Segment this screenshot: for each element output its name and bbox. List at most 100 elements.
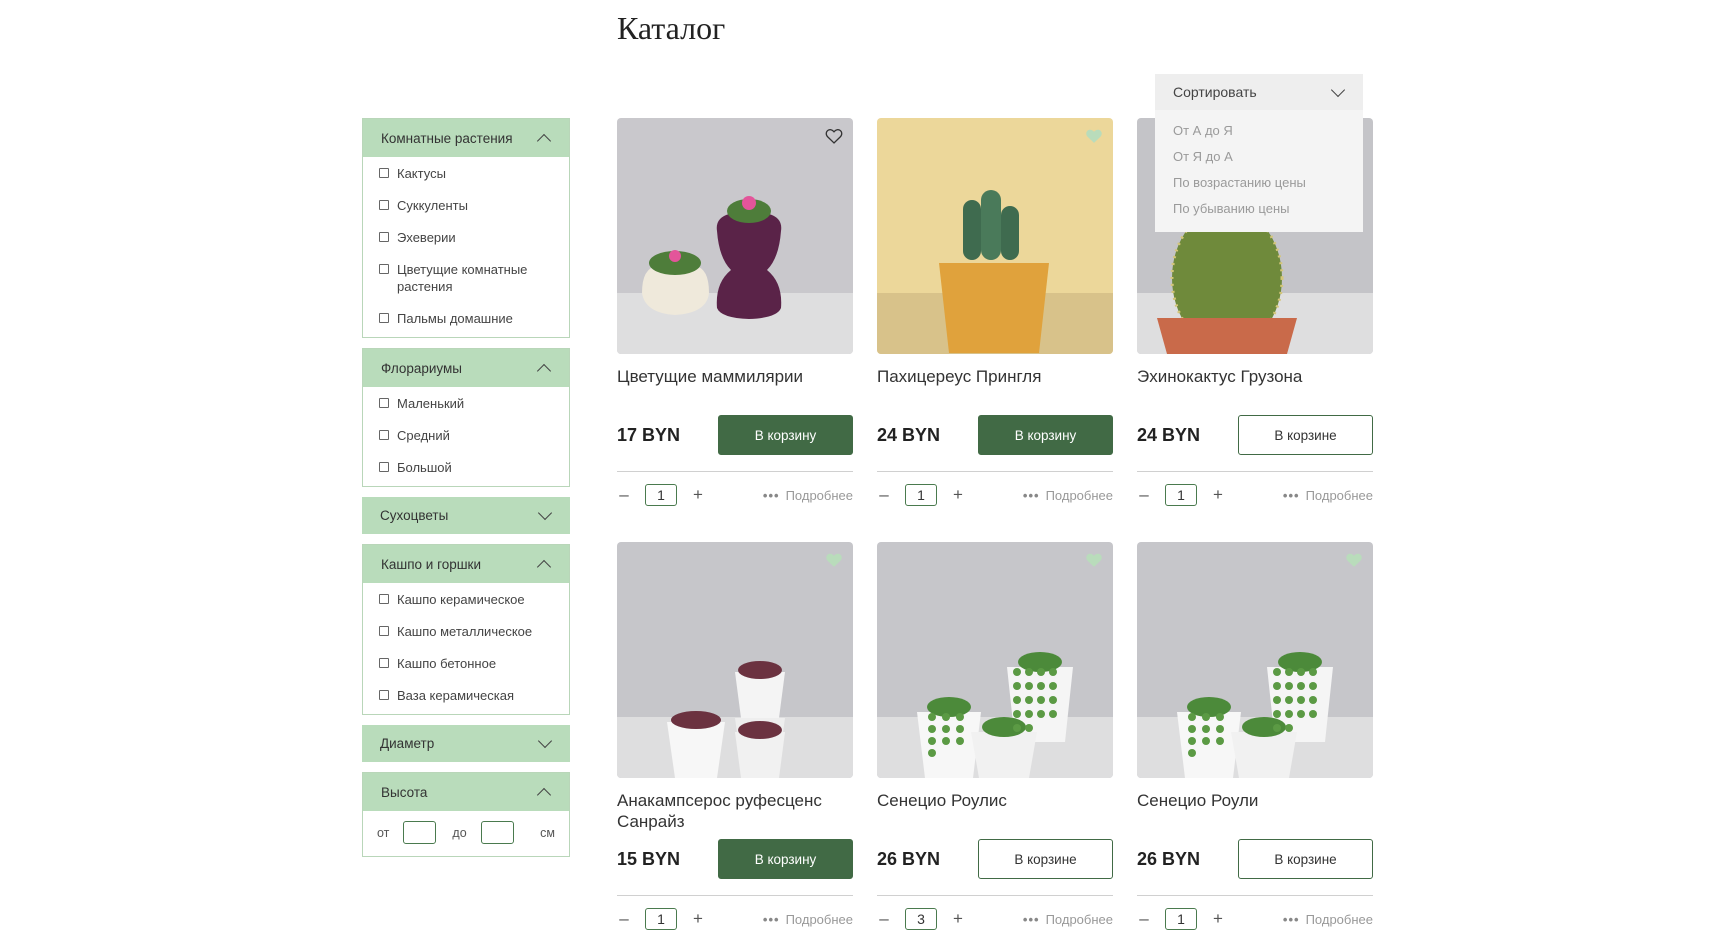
chevron-down-icon [537,505,553,521]
checkbox[interactable] [379,462,389,472]
details-link[interactable]: ••• Подробнее [1283,488,1373,503]
plant-illustration [1137,542,1373,778]
plus-icon[interactable]: + [691,485,705,505]
plus-icon[interactable]: + [951,485,965,505]
favorite-heart-icon[interactable] [825,552,843,568]
add-to-cart-button[interactable]: В корзину [718,415,853,455]
favorite-heart-icon[interactable] [1085,128,1103,144]
checkbox[interactable] [379,690,389,700]
product-name[interactable]: Анакампсерос руфесценс Санрайз [617,790,853,836]
filter-group-header[interactable]: Комнатные растения [363,119,569,157]
filter-option[interactable]: Кактусы [379,165,569,182]
sort-option-z-a[interactable]: От Я до А [1173,144,1363,170]
product-name[interactable]: Цветущие маммилярии [617,366,853,412]
plus-icon[interactable]: + [691,909,705,929]
quantity-value[interactable]: 1 [645,484,677,506]
height-to-input[interactable] [480,821,514,844]
add-to-cart-button[interactable]: В корзине [1238,839,1373,879]
filter-group-header[interactable]: Диаметр [362,725,570,762]
details-link[interactable]: ••• Подробнее [763,912,853,927]
filter-option-label: Кактусы [397,166,446,181]
details-link[interactable]: ••• Подробнее [763,488,853,503]
details-link[interactable]: ••• Подробнее [1023,488,1113,503]
chevron-down-icon [1330,82,1346,97]
filter-option[interactable]: Пальмы домашние [379,310,569,327]
height-range: от до см [363,811,569,856]
add-to-cart-button[interactable]: В корзину [978,415,1113,455]
filter-option[interactable]: Большой [379,459,569,476]
minus-icon[interactable]: – [1137,485,1151,505]
sort-toggle[interactable]: Сортировать [1155,74,1363,110]
filter-option[interactable]: Суккуленты [379,197,569,214]
filter-group-header[interactable]: Высота [363,773,569,811]
plus-icon[interactable]: + [1211,909,1225,929]
filter-option-label: Большой [397,460,452,475]
minus-icon[interactable]: – [877,485,891,505]
checkbox[interactable] [379,658,389,668]
product-name[interactable]: Сенецио Роулис [877,790,1113,836]
divider [617,471,853,472]
sort-option-a-z[interactable]: От А до Я [1173,118,1363,144]
add-to-cart-button[interactable]: В корзину [718,839,853,879]
sort-dropdown[interactable]: Сортировать От А до Я От Я до А По возра… [1155,74,1363,232]
checkbox[interactable] [379,594,389,604]
height-from-label: от [377,825,390,840]
filter-option[interactable]: Эхеверии [379,229,569,246]
filter-group-header[interactable]: Кашпо и горшки [363,545,569,583]
sort-option-price-asc[interactable]: По возрастанию цены [1173,170,1363,196]
plus-icon[interactable]: + [1211,485,1225,505]
details-link-label: Подробнее [785,911,853,927]
details-link[interactable]: ••• Подробнее [1283,912,1373,927]
favorite-heart-icon[interactable] [825,128,843,144]
add-to-cart-button[interactable]: В корзине [1238,415,1373,455]
add-to-cart-button[interactable]: В корзине [978,839,1113,879]
filter-option-label: Кашпо бетонное [397,656,497,671]
filter-group-diameter: Диаметр [362,725,570,762]
product-card: Сенецио Роули 26 BYN В корзине – 1 + •••… [1137,542,1373,930]
checkbox[interactable] [379,168,389,178]
checkbox[interactable] [379,200,389,210]
product-photo[interactable] [877,118,1113,354]
filter-option[interactable]: Ваза керамическая [379,687,569,704]
minus-icon[interactable]: – [877,909,891,929]
height-from-input[interactable] [403,821,437,844]
checkbox[interactable] [379,264,389,274]
minus-icon[interactable]: – [617,485,631,505]
sort-option-price-desc[interactable]: По убыванию цены [1173,196,1363,222]
quantity-value[interactable]: 1 [1165,908,1197,930]
filter-group-header[interactable]: Флорариумы [363,349,569,387]
divider [1137,471,1373,472]
filter-option-label: Кашпо металлическое [397,624,533,639]
checkbox[interactable] [379,232,389,242]
height-to-label: до [452,825,467,840]
product-photo[interactable] [877,542,1113,778]
quantity-value[interactable]: 1 [645,908,677,930]
details-link[interactable]: ••• Подробнее [1023,912,1113,927]
filter-option[interactable]: Средний [379,427,569,444]
product-photo[interactable] [1137,542,1373,778]
quantity-value[interactable]: 3 [905,908,937,930]
filter-option[interactable]: Кашпо керамическое [379,591,569,608]
product-name[interactable]: Эхинокактус Грузона [1137,366,1373,412]
quantity-value[interactable]: 1 [905,484,937,506]
filter-option[interactable]: Кашпо бетонное [379,655,569,672]
favorite-heart-icon[interactable] [1085,552,1103,568]
filter-option[interactable]: Маленький [379,395,569,412]
filter-option[interactable]: Цветущие комнатные растения [379,261,569,295]
product-photo[interactable] [617,118,853,354]
checkbox[interactable] [379,626,389,636]
favorite-heart-icon[interactable] [1345,552,1363,568]
product-photo[interactable] [617,542,853,778]
plant-illustration [617,542,853,778]
plus-icon[interactable]: + [951,909,965,929]
quantity-value[interactable]: 1 [1165,484,1197,506]
minus-icon[interactable]: – [617,909,631,929]
checkbox[interactable] [379,313,389,323]
minus-icon[interactable]: – [1137,909,1151,929]
filter-option[interactable]: Кашпо металлическое [379,623,569,640]
filter-group-header[interactable]: Сухоцветы [362,497,570,534]
product-name[interactable]: Сенецио Роули [1137,790,1373,836]
checkbox[interactable] [379,398,389,408]
checkbox[interactable] [379,430,389,440]
product-name[interactable]: Пахицереус Прингля [877,366,1113,412]
